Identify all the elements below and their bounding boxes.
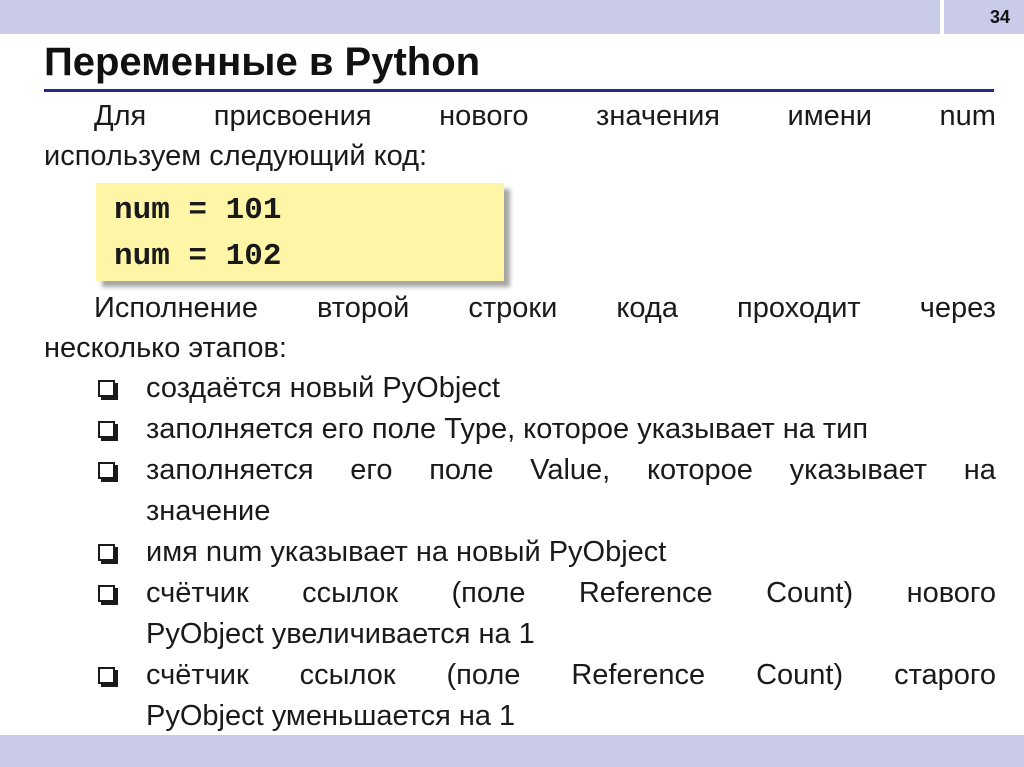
bullet-word: (поле [451,577,526,609]
intro-line-2: используем следующий код: [44,140,428,172]
bullet-word: (поле [446,659,521,691]
footer-band [0,735,1024,767]
bullet-word: старого [894,659,996,691]
checkbox-bullet-icon [98,544,115,561]
bullet-word: заполняется его поле Type, которое указы… [146,413,869,445]
slide-title: Переменные в Python [44,40,481,84]
bullet-item: имя num указывает на новый PyObject [96,532,996,573]
intro-word: значения [596,100,720,132]
checkbox-bullet-icon [98,380,115,397]
bullet-line-2: PyObject уменьшается на 1 [146,700,516,732]
intro-paragraph: Для присвоения нового значения имени num… [44,96,996,176]
execution-word: через [919,292,996,324]
execution-word: строки [468,292,558,324]
bullet-word: на [963,454,996,486]
checkbox-bullet-icon [98,421,115,438]
checkbox-bullet-icon [98,462,115,479]
bullet-line-2: PyObject увеличивается на 1 [146,618,535,650]
bullet-word: Count) [766,577,854,609]
execution-paragraph: Исполнение второй строки кода проходит ч… [44,288,996,368]
bullet-line-1: счётчик ссылок (поле Reference Count) нового [146,573,996,614]
bullet-word: имя num указывает на новый PyObject [146,536,667,568]
bullet-word: поле [429,454,494,486]
bullet-line-1: имя num указывает на новый PyObject [146,532,996,573]
bullet-item: заполняется его поле Type, которое указы… [96,409,996,450]
bullet-word: нового [906,577,996,609]
intro-word: num [939,100,996,132]
bullet-word: указывает [789,454,928,486]
bullet-line-1: счётчик ссылок (поле Reference Count) старого [146,655,996,696]
execution-line-1: Исполнение второй строки кода проходит ч… [44,288,996,328]
bullet-word: ссылок [302,577,399,609]
execution-word: кода [616,292,678,324]
code-line: num = 101 [114,193,282,228]
bullet-word: счётчик [146,577,249,609]
bullet-word: Count) [756,659,844,691]
bullet-item: заполняется его поле Value, которое указывает… [96,450,996,532]
intro-word: имени [787,100,872,132]
header-band [0,0,940,34]
execution-line-2: несколько этапов: [44,332,287,364]
intro-word: нового [439,100,529,132]
checkbox-bullet-icon [98,585,115,602]
bullet-line-1: заполняется его поле Value, которое указывает… [146,450,996,491]
bullet-word: счётчик [146,659,249,691]
bullet-word: его [350,454,393,486]
intro-word: присвоения [213,100,372,132]
bullet-item: счётчик ссылок (поле Reference Count) нового P… [96,573,996,655]
code-block: num = 101 num = 102 [96,183,504,281]
execution-word: Исполнение [94,292,258,324]
bullet-line-1: заполняется его поле Type, которое указы… [146,409,996,450]
intro-line-1: Для присвоения нового значения имени num [44,96,996,136]
bullet-list: создаётся новый PyObject заполняется его … [96,368,996,737]
bullet-word: Reference [578,577,713,609]
bullet-line-1: создаётся новый PyObject [146,368,996,409]
bullet-word: создаётся новый PyObject [146,372,500,404]
bullet-item: счётчик ссылок (поле Reference Count) старого… [96,655,996,737]
title-underline [44,89,994,92]
execution-word: второй [317,292,410,324]
intro-word: Для [94,100,147,132]
code-line: num = 102 [114,239,282,274]
bullet-word: заполняется [146,454,314,486]
bullet-word: которое [646,454,753,486]
bullet-word: ссылок [299,659,396,691]
bullet-word: Value, [530,454,611,486]
bullet-item: создаётся новый PyObject [96,368,996,409]
checkbox-bullet-icon [98,667,115,684]
bullet-line-2: значение [146,495,271,527]
bullet-word: Reference [571,659,706,691]
execution-word: проходит [737,292,861,324]
page-number: 34 [944,0,1024,34]
